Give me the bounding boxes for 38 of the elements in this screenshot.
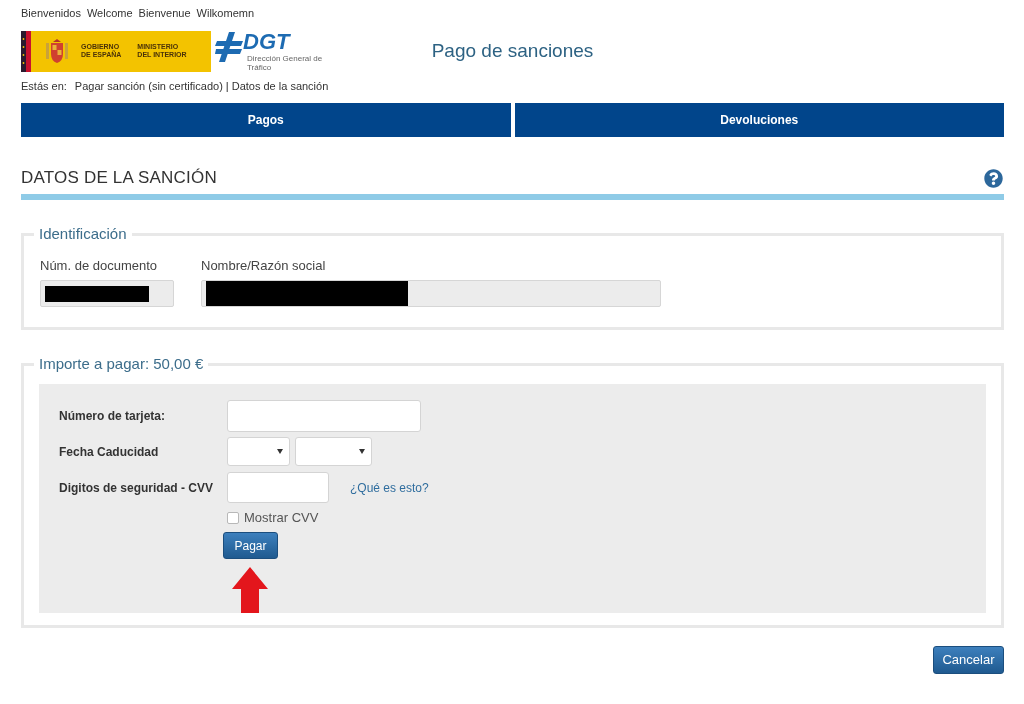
field-label: Núm. de documento bbox=[40, 258, 159, 274]
caret-icon bbox=[277, 449, 283, 454]
dropdown-field[interactable] bbox=[295, 437, 372, 466]
coat-of-arms-icon bbox=[45, 38, 69, 64]
language-link[interactable]: Welcome bbox=[86, 6, 133, 20]
field-label: Digitos de seguridad - CVV bbox=[59, 479, 215, 497]
help-icon[interactable] bbox=[984, 168, 1003, 188]
breadcrumb-separator: | bbox=[225, 79, 229, 93]
help-link[interactable]: ¿Qué es esto? bbox=[350, 478, 429, 497]
logo-caption: Dirección General de Tráfico bbox=[247, 53, 324, 72]
language-link[interactable]: Wilkomemn bbox=[196, 6, 255, 20]
readonly-field[interactable] bbox=[201, 280, 661, 307]
breadcrumb-label: Estás en: bbox=[21, 79, 67, 93]
cvv-field[interactable] bbox=[227, 472, 329, 503]
logo-wordmark: DGT bbox=[243, 30, 292, 53]
language-link[interactable]: Bienvenue bbox=[138, 6, 191, 20]
field-label: Nombre/Razón social bbox=[201, 258, 327, 274]
card-number-field[interactable] bbox=[227, 400, 421, 432]
readonly-field[interactable] bbox=[40, 280, 174, 307]
language-link[interactable]: Bienvenidos bbox=[21, 6, 81, 20]
emblem-icon bbox=[215, 31, 243, 62]
breadcrumb-link[interactable]: Datos de la sanción bbox=[231, 79, 329, 93]
checkbox-label: Mostrar CVV bbox=[244, 509, 319, 528]
checkbox[interactable] bbox=[227, 512, 239, 524]
fieldset-legend: Importe a pagar: 50,00 € bbox=[34, 354, 209, 374]
cancel-button[interactable]: Cancelar bbox=[933, 646, 1004, 674]
pay-button[interactable]: Pagar bbox=[223, 532, 278, 559]
page-title: Pago de sanciones bbox=[431, 38, 594, 63]
fieldset-legend: Identificación bbox=[34, 224, 132, 244]
dropdown-field[interactable] bbox=[227, 437, 290, 466]
up-arrow-icon bbox=[232, 567, 268, 613]
section-title: DATOS DE LA SANCIÓN bbox=[21, 167, 217, 190]
caret-icon bbox=[359, 449, 365, 454]
field-label: Número de tarjeta: bbox=[59, 408, 167, 425]
field-label: Fecha Caducidad bbox=[59, 443, 160, 461]
nav-button[interactable]: Devoluciones bbox=[514, 103, 1004, 137]
nav-button[interactable]: Pagos bbox=[21, 103, 511, 137]
breadcrumb-link[interactable]: Pagar sanción (sin certificado) bbox=[74, 79, 223, 93]
